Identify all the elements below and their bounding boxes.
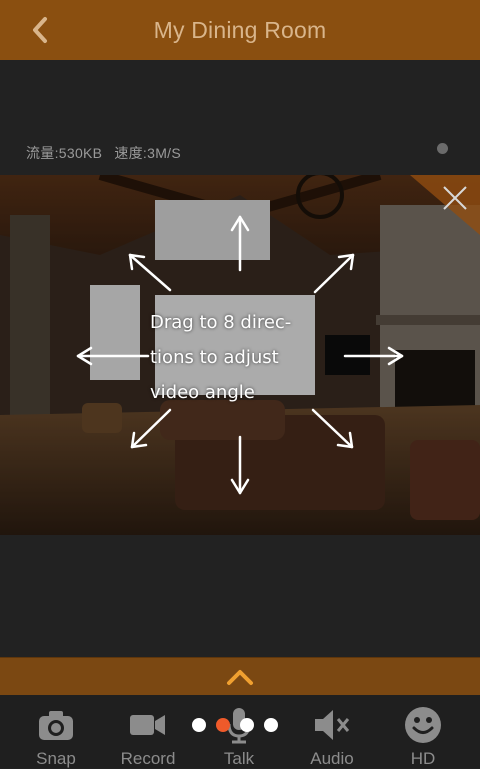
page-dot[interactable] [240, 718, 254, 732]
page-dot[interactable] [264, 718, 278, 732]
close-hint-button[interactable] [440, 183, 470, 213]
snap-button[interactable]: Snap [8, 695, 104, 768]
header-bar: My Dining Room [0, 0, 480, 60]
hd-label: HD [410, 749, 436, 768]
record-button[interactable]: Record [100, 695, 196, 768]
expand-bar [0, 657, 480, 696]
page-indicator [192, 718, 278, 734]
camera-icon [36, 705, 76, 745]
smiley-icon [403, 705, 443, 745]
speaker-mute-icon [312, 705, 352, 745]
hint-line-2: tions to adjust [150, 347, 279, 368]
audio-button[interactable]: Audio [284, 695, 380, 768]
network-stats: 流量:530KB 速度:3M/S [26, 143, 181, 163]
connection-status-dot [437, 143, 448, 154]
audio-label: Audio [310, 749, 354, 768]
record-label: Record [120, 749, 176, 768]
expand-button[interactable] [224, 666, 256, 688]
talk-label: Talk [223, 749, 255, 768]
page-dot-active[interactable] [216, 718, 230, 732]
video-camera-icon [128, 705, 168, 745]
hint-line-3: video angle [150, 382, 255, 403]
traffic-text: 流量:530KB [26, 145, 103, 161]
page-dot[interactable] [192, 718, 206, 732]
snap-label: Snap [36, 749, 76, 768]
spacer-panel [0, 535, 480, 657]
chevron-up-icon [227, 670, 253, 685]
drag-hint-text: Drag to 8 direc- tions to adjust video a… [150, 305, 350, 410]
video-view[interactable]: Drag to 8 direc- tions to adjust video a… [0, 175, 480, 535]
hd-button[interactable]: HD [375, 695, 471, 768]
close-icon [443, 186, 467, 210]
page-title: My Dining Room [153, 17, 327, 43]
hint-line-1: Drag to 8 direc- [150, 312, 292, 333]
speed-text: 速度:3M/S [114, 145, 181, 161]
